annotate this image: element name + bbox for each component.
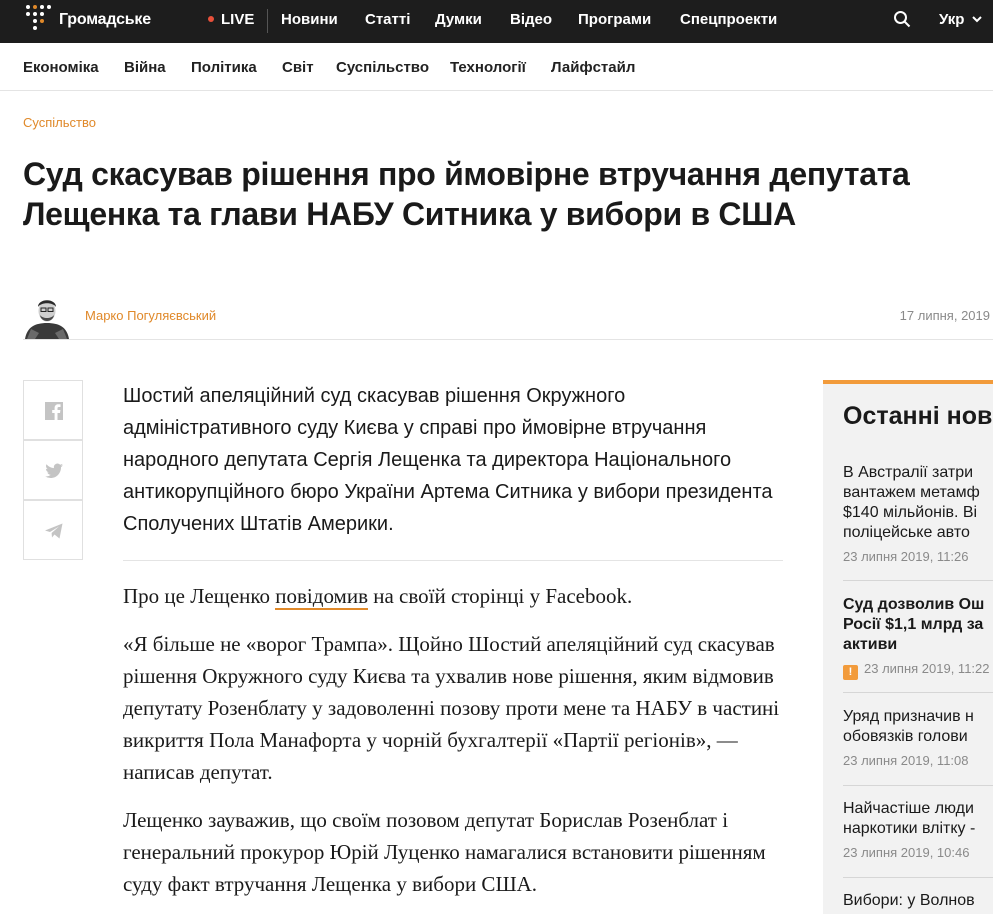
news-item[interactable]: Найчастіше люди наркотики влітку - 23 ли…: [843, 799, 993, 860]
facebook-icon: [45, 402, 63, 420]
latest-news-sidebar: Останні нов В Австралії затри вантажем м…: [823, 380, 993, 914]
top-navbar: Громадське LIVE Новини Статті Думки Віде…: [0, 0, 993, 43]
news-item[interactable]: Суд дозволив Ош Росії $1,1 млрд за актив…: [843, 595, 993, 680]
news-headline-line: Суд дозволив Ош: [843, 596, 985, 613]
article-category-link[interactable]: Суспільство: [23, 115, 96, 130]
divider: [843, 877, 993, 878]
news-headline-line: наркотики влітку -: [843, 820, 976, 837]
publish-date: 17 липня, 2019: [899, 308, 990, 323]
share-facebook-button[interactable]: [23, 380, 83, 440]
article-paragraph: Лещенко зауважив, що своїм позовом депут…: [123, 808, 766, 896]
divider: [843, 580, 993, 581]
news-headline-line: Найчастіше люди: [843, 800, 974, 817]
subnav-item-technology[interactable]: Технології: [450, 59, 526, 76]
search-icon[interactable]: [893, 10, 911, 28]
language-selector[interactable]: Укр: [939, 11, 964, 28]
logo-icon[interactable]: [26, 5, 52, 31]
paragraph-text: на своїй сторінці у Facebook.: [367, 584, 633, 608]
news-headline-line: В Австралії затри: [843, 464, 974, 481]
news-timestamp: 23 липня 2019, 10:46: [843, 845, 970, 860]
divider: [843, 692, 993, 693]
news-headline-line: вантажем метамф: [843, 484, 980, 501]
article-lead: Шостий апеляційний суд скасував рішення …: [123, 385, 773, 535]
nav-item-video[interactable]: Відео: [510, 11, 552, 28]
article-paragraph: Про це Лещенко повідомив на своїй сторін…: [123, 580, 788, 612]
sidebar-title: Останні нов: [843, 402, 993, 430]
twitter-icon: [45, 463, 63, 479]
news-timestamp: 23 липня 2019, 11:08: [843, 753, 969, 768]
brand-name[interactable]: Громадське: [59, 11, 151, 29]
subnav-item-lifestyle[interactable]: Лайфстайл: [551, 59, 635, 76]
live-link[interactable]: LIVE: [221, 11, 254, 28]
telegram-icon: [45, 523, 63, 539]
chevron-down-icon[interactable]: [971, 14, 983, 24]
news-item[interactable]: Вибори: у Волнов: [843, 891, 993, 911]
paragraph-text: Про це Лещенко: [123, 584, 276, 608]
author-name-link[interactable]: Марко Погуляєвський: [85, 308, 216, 323]
subnav-item-economy[interactable]: Економіка: [23, 59, 99, 76]
news-headline-line: Вибори: у Волнов: [843, 892, 975, 909]
news-timestamp-row: ! 23 липня 2019, 11:22: [843, 661, 993, 680]
divider: [23, 339, 993, 340]
news-headline-line: поліцейське авто: [843, 524, 970, 541]
news-timestamp: 23 липня 2019, 11:22: [864, 661, 990, 676]
share-telegram-button[interactable]: [23, 500, 83, 560]
article-title: Суд скасував рішення про ймовірне втруча…: [23, 156, 910, 232]
author-avatar[interactable]: [23, 293, 71, 339]
news-headline-line: Росії $1,1 млрд за: [843, 616, 984, 633]
live-indicator-icon: [208, 16, 214, 22]
news-headline-line: Уряд призначив н: [843, 708, 974, 725]
subnav-item-politics[interactable]: Політика: [191, 59, 257, 76]
news-item[interactable]: Уряд призначив н обовязків голови 23 лип…: [843, 707, 993, 768]
share-twitter-button[interactable]: [23, 440, 83, 500]
nav-item-articles[interactable]: Статті: [365, 11, 410, 28]
news-timestamp: 23 липня 2019, 11:26: [843, 549, 969, 564]
subnav-item-war[interactable]: Війна: [124, 59, 166, 76]
divider: [267, 9, 268, 33]
nav-item-news[interactable]: Новини: [281, 11, 338, 28]
divider: [123, 560, 783, 561]
subnav-item-world[interactable]: Світ: [282, 59, 314, 76]
news-headline-line: активи: [843, 636, 898, 653]
nav-item-programs[interactable]: Програми: [578, 11, 651, 28]
category-nav: Економіка Війна Політика Світ Суспільств…: [0, 43, 993, 91]
news-headline-line: $140 мільйонів. Ві: [843, 504, 978, 521]
nav-item-opinions[interactable]: Думки: [435, 11, 482, 28]
nav-item-specprojects[interactable]: Спецпроекти: [680, 11, 777, 28]
subnav-item-society[interactable]: Суспільство: [336, 59, 429, 76]
important-icon: !: [843, 665, 858, 680]
news-headline-line: обовязків голови: [843, 728, 968, 745]
facebook-post-link[interactable]: повідомив: [275, 584, 368, 610]
divider: [843, 785, 993, 786]
news-item[interactable]: В Австралії затри вантажем метамф $140 м…: [843, 463, 993, 564]
article-paragraph: «Я більше не «ворог Трампа». Щойно Шости…: [123, 632, 780, 784]
